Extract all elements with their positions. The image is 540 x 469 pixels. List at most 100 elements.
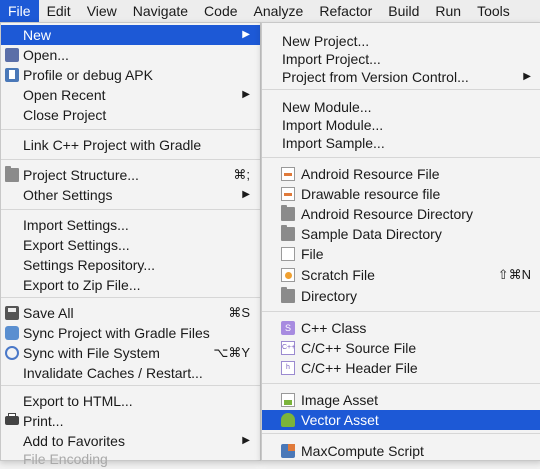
menu-separator (262, 157, 540, 158)
menu-item-label: Drawable resource file (301, 186, 441, 202)
menu-item-close-project[interactable]: Close Project (1, 105, 260, 125)
menu-item-sync-fs[interactable]: Sync with File System ⌥⌘Y (1, 343, 260, 363)
menu-item-label: Profile or debug APK (23, 67, 153, 83)
cpp-header-file-icon: h (281, 361, 295, 375)
cpp-class-icon: S (281, 321, 295, 335)
menu-item-label: Export Settings... (23, 237, 130, 253)
print-icon (5, 413, 19, 425)
submenu-arrow-icon: ▶ (523, 71, 531, 82)
menu-item-print[interactable]: Print... (1, 411, 260, 431)
menu-item-vector-asset[interactable]: Vector Asset (262, 410, 540, 430)
menu-item-cpp-source[interactable]: C++ C/C++ Source File (262, 338, 540, 358)
submenu-arrow-icon: ▶ (242, 89, 250, 100)
menu-item-drawable-resource-file[interactable]: Drawable resource file (262, 184, 540, 204)
menu-separator (1, 129, 260, 130)
menu-item-label: New (23, 27, 52, 43)
menu-item-shortcut: ⇧⌘N (497, 267, 531, 282)
menu-item-directory[interactable]: Directory (262, 286, 540, 306)
menu-item-label: Export to Zip File... (23, 277, 141, 293)
menu-item-link-cpp[interactable]: Link C++ Project with Gradle (1, 135, 260, 155)
folder-icon (281, 225, 295, 241)
menu-edit[interactable]: Edit (39, 0, 79, 22)
menu-item-label: File Encoding (23, 451, 108, 467)
menu-item-file[interactable]: File (262, 244, 540, 264)
menu-item-add-favorites[interactable]: Add to Favorites ▶ (1, 431, 260, 451)
menu-item-sync-gradle[interactable]: Sync Project with Gradle Files (1, 323, 260, 343)
menu-item-image-asset[interactable]: Image Asset (262, 390, 540, 410)
menu-separator (1, 297, 260, 298)
menu-item-new-module[interactable]: New Module... (262, 97, 540, 117)
folder-icon (281, 287, 295, 303)
menu-item-project-structure[interactable]: Project Structure... ⌘; (1, 165, 260, 185)
menu-item-label: Invalidate Caches / Restart... (23, 365, 203, 381)
menu-item-label: New Module... (282, 99, 372, 115)
menu-separator (262, 89, 540, 90)
menu-item-cpp-class[interactable]: S C++ Class (262, 318, 540, 338)
menu-separator (1, 209, 260, 210)
menu-item-project-from-vcs[interactable]: Project from Version Control... ▶ (262, 67, 540, 87)
cpp-source-file-icon: C++ (281, 341, 295, 355)
menu-item-open-recent[interactable]: Open Recent ▶ (1, 85, 260, 105)
menu-item-open[interactable]: Open... (1, 45, 260, 65)
menu-item-label: Android Resource File (301, 166, 440, 182)
save-icon (5, 306, 19, 320)
menu-item-label: Image Asset (301, 392, 379, 408)
menu-item-label: Import Project... (282, 51, 381, 67)
menu-item-new-project[interactable]: New Project... (262, 31, 540, 51)
menu-item-save-all[interactable]: Save All ⌘S (1, 303, 260, 323)
menu-item-label: Save All (23, 305, 74, 321)
menu-item-settings-repository[interactable]: Settings Repository... (1, 255, 260, 275)
menu-item-label: Link C++ Project with Gradle (23, 137, 202, 153)
menu-item-cpp-header[interactable]: h C/C++ Header File (262, 358, 540, 378)
menu-file[interactable]: File (0, 0, 39, 22)
menu-item-new[interactable]: New ▶ (1, 25, 260, 45)
menu-item-shortcut: ⌘; (233, 167, 250, 182)
menu-item-label: Sync with File System (23, 345, 160, 361)
menu-item-invalidate-caches[interactable]: Invalidate Caches / Restart... (1, 363, 260, 383)
file-icon (281, 247, 295, 261)
menu-item-label: Close Project (23, 107, 107, 123)
submenu-arrow-icon: ▶ (242, 435, 250, 446)
menu-build[interactable]: Build (380, 0, 427, 22)
menu-item-file-encoding: File Encoding (1, 449, 260, 469)
folder-open-icon (5, 48, 19, 62)
menu-analyze[interactable]: Analyze (246, 0, 312, 22)
menu-item-android-resource-file[interactable]: Android Resource File (262, 164, 540, 184)
menu-item-import-module[interactable]: Import Module... (262, 115, 540, 135)
scratch-file-icon (281, 268, 295, 282)
menu-bar: File Edit View Navigate Code Analyze Ref… (0, 0, 540, 23)
menu-item-label: MaxCompute Script (301, 443, 424, 459)
menu-tools[interactable]: Tools (469, 0, 518, 22)
menu-run[interactable]: Run (427, 0, 469, 22)
menu-separator (1, 385, 260, 386)
menu-item-android-resource-directory[interactable]: Android Resource Directory (262, 204, 540, 224)
menu-item-label: Open... (23, 47, 69, 63)
gradle-sync-icon (5, 326, 19, 340)
drawable-file-icon (281, 187, 295, 201)
menu-item-label: New Project... (282, 33, 370, 49)
menu-code[interactable]: Code (196, 0, 245, 22)
project-structure-icon (5, 166, 19, 182)
menu-item-other-settings[interactable]: Other Settings ▶ (1, 185, 260, 205)
menu-view[interactable]: View (79, 0, 125, 22)
menu-item-import-sample[interactable]: Import Sample... (262, 133, 540, 153)
menu-navigate[interactable]: Navigate (125, 0, 196, 22)
menu-item-export-settings[interactable]: Export Settings... (1, 235, 260, 255)
menu-item-import-settings[interactable]: Import Settings... (1, 215, 260, 235)
menu-item-export-html[interactable]: Export to HTML... (1, 391, 260, 411)
menu-item-label: Android Resource Directory (301, 206, 473, 222)
maxcompute-script-icon (281, 444, 295, 458)
menu-item-sample-data-directory[interactable]: Sample Data Directory (262, 224, 540, 244)
menu-item-export-zip[interactable]: Export to Zip File... (1, 275, 260, 295)
menu-item-maxcompute-script[interactable]: MaxCompute Script (262, 441, 540, 461)
menu-item-label: Print... (23, 413, 64, 429)
menu-item-label: Sample Data Directory (301, 226, 442, 242)
menu-item-label: Import Sample... (282, 135, 385, 151)
menu-item-scratch-file[interactable]: Scratch File ⇧⌘N (262, 265, 540, 285)
image-asset-icon (281, 393, 295, 407)
menu-item-label: Settings Repository... (23, 257, 156, 273)
menu-refactor[interactable]: Refactor (311, 0, 380, 22)
android-icon (281, 413, 295, 427)
menu-item-profile-apk[interactable]: Profile or debug APK (1, 65, 260, 85)
menu-item-import-project[interactable]: Import Project... (262, 49, 540, 69)
